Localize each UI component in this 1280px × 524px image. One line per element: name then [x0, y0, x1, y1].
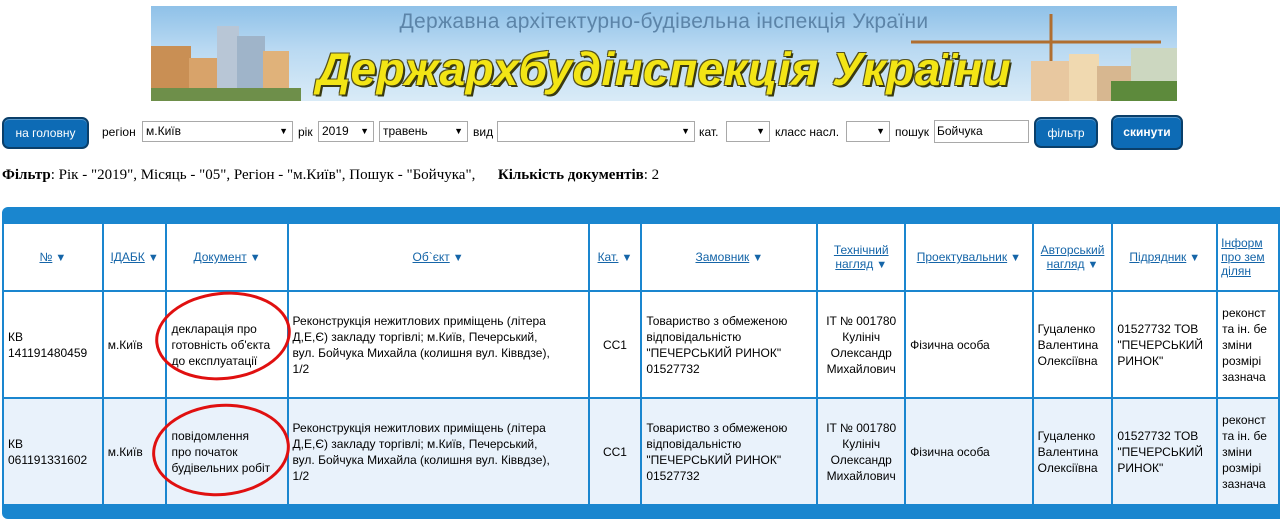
- cell-land-info: реконст та ін. бе зміни розмірі зазнача: [1218, 399, 1278, 504]
- sort-down-icon: ▼: [1087, 259, 1099, 271]
- col-header-category[interactable]: Кат. ▼: [589, 224, 641, 290]
- cell-category: СС1: [589, 399, 641, 504]
- document-count-label: Кількість документів: [497, 167, 644, 183]
- year-label: рік: [298, 125, 313, 139]
- sort-down-icon: ▼: [55, 252, 67, 264]
- table-row: КВ 061191331602 м.Київ повідомлення про по…: [4, 399, 1278, 504]
- document-count-value: : 2: [643, 167, 660, 183]
- cell-contractor: 01527732 ТОВ "ПЕЧЕРСЬКИЙ РИНОК": [1113, 292, 1217, 397]
- cell-document: декларація про готовність об'єкта до експл…: [167, 292, 287, 397]
- cell-land-info: реконст та ін. бе зміни розмірі зазнача: [1218, 292, 1278, 397]
- cell-object: Реконструкція нежитлових приміщень (літе…: [288, 292, 588, 397]
- home-button[interactable]: на головну: [2, 117, 89, 149]
- table-row: КВ 141191480459 м.Київ декларація про гото…: [4, 292, 1278, 397]
- filter-summary-label: Фільтр: [2, 167, 51, 183]
- chevron-down-icon: ▼: [681, 126, 690, 136]
- cell-object: Реконструкція нежитлових приміщень (літе…: [288, 399, 588, 504]
- sort-down-icon: ▼: [876, 259, 888, 271]
- sort-down-icon: ▼: [752, 252, 764, 264]
- cell-category: СС1: [589, 292, 641, 397]
- chevron-down-icon: ▼: [454, 126, 463, 136]
- cell-contractor: 01527732 ТОВ "ПЕЧЕРСЬКИЙ РИНОК": [1113, 399, 1217, 504]
- type-select[interactable]: ▼: [497, 121, 695, 142]
- col-header-object[interactable]: Об`єкт ▼: [288, 224, 588, 290]
- table-header-row: № ▼ ІДАБК ▼ Документ ▼ Об`єкт ▼ Кат. ▼ Замовн…: [4, 224, 1278, 290]
- search-label: пошук: [895, 125, 930, 139]
- cell-author-supervision: Гуцаленко Валентина Олексіївна: [1033, 292, 1112, 397]
- cell-idabk: м.Київ: [103, 399, 166, 504]
- sort-down-icon: ▼: [249, 252, 261, 264]
- sort-down-icon: ▼: [452, 252, 464, 264]
- cell-customer: Товариство з обмеженою відповідальністю "П…: [642, 292, 817, 397]
- col-header-designer[interactable]: Проектувальник ▼: [906, 224, 1032, 290]
- chevron-down-icon: ▼: [279, 126, 288, 136]
- sort-down-icon: ▼: [1189, 252, 1201, 264]
- region-select-value: м.Київ: [146, 124, 181, 138]
- cell-technical-supervision: IT № 001780 Кулініч Олександр Михайлович: [818, 292, 905, 397]
- filter-summary: Фільтр: Рік - "2019", Місяць - "05", Рег…: [2, 167, 659, 184]
- chevron-down-icon: ▼: [360, 126, 369, 136]
- cell-idabk: м.Київ: [103, 292, 166, 397]
- category-label: кат.: [699, 125, 719, 139]
- reset-button[interactable]: скинути: [1111, 115, 1183, 150]
- cell-technical-supervision: IT № 001780 Кулініч Олександр Михайлович: [818, 399, 905, 504]
- col-header-customer[interactable]: Замовник ▼: [642, 224, 817, 290]
- class-select[interactable]: ▼: [846, 121, 890, 142]
- col-header-technical-supervision[interactable]: Технічний нагляд ▼: [818, 224, 905, 290]
- cell-number: КВ 141191480459: [4, 292, 102, 397]
- banner-title: Держархбудінспекція України: [316, 43, 1012, 95]
- month-select-value: травень: [383, 124, 428, 138]
- col-header-idabk[interactable]: ІДАБК ▼: [103, 224, 166, 290]
- filter-button[interactable]: фільтр: [1034, 117, 1098, 148]
- filter-summary-text: : Рік - "2019", Місяць - "05", Регіон - …: [50, 167, 476, 183]
- sort-down-icon: ▼: [621, 252, 633, 264]
- sort-down-icon: ▼: [1010, 252, 1022, 264]
- col-header-contractor[interactable]: Підрядник ▼: [1113, 224, 1217, 290]
- cell-designer: Фізична особа: [906, 399, 1032, 504]
- sort-down-icon: ▼: [147, 252, 159, 264]
- results-table: № ▼ ІДАБК ▼ Документ ▼ Об`єкт ▼ Кат. ▼ Замовн…: [2, 222, 1280, 506]
- banner-subtitle: Державна архітектурно-будівельна інспекц…: [399, 10, 929, 33]
- col-header-document[interactable]: Документ ▼: [167, 224, 287, 290]
- cell-designer: Фізична особа: [906, 292, 1032, 397]
- month-select[interactable]: травень ▼: [379, 121, 468, 142]
- chevron-down-icon: ▼: [756, 126, 765, 136]
- col-header-land-info[interactable]: Інформ про зем ділян: [1218, 224, 1278, 290]
- cell-customer: Товариство з обмеженою відповідальністю "П…: [642, 399, 817, 504]
- year-select-value: 2019: [322, 124, 349, 138]
- category-select[interactable]: ▼: [726, 121, 770, 142]
- chevron-down-icon: ▼: [876, 126, 885, 136]
- class-label: класс насл.: [775, 125, 840, 139]
- type-label: вид: [473, 125, 494, 139]
- search-input[interactable]: Бойчука: [934, 120, 1029, 143]
- cell-document: повідомлення про початок будівельних робіт: [167, 399, 287, 504]
- cell-author-supervision: Гуцаленко Валентина Олексіївна: [1033, 399, 1112, 504]
- region-label: регіон: [102, 125, 136, 139]
- header-banner: Державна архітектурно-будівельна інспекц…: [151, 6, 1177, 101]
- year-select[interactable]: 2019 ▼: [318, 121, 374, 142]
- region-select[interactable]: м.Київ ▼: [142, 121, 293, 142]
- col-header-author-supervision[interactable]: Авторський нагляд ▼: [1033, 224, 1112, 290]
- col-header-number[interactable]: № ▼: [4, 224, 102, 290]
- cell-number: КВ 061191331602: [4, 399, 102, 504]
